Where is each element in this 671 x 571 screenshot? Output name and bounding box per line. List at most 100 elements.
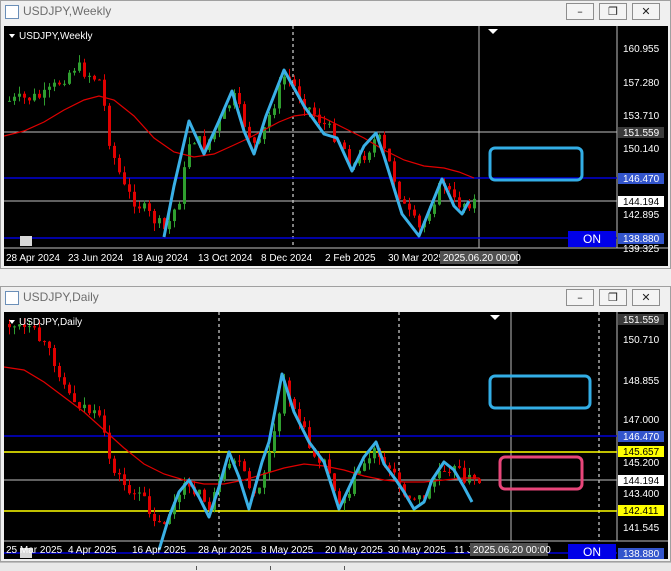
chart-window-icon [5,5,19,19]
window-titlebar[interactable]: USDJPY,Daily – ❐ ✕ [1,287,670,309]
candle-body [258,487,261,494]
candle-body [158,521,161,523]
price-scale[interactable]: 151.559 150.710 148.855 147.000 146.470 … [618,314,664,559]
candle-body [418,495,421,500]
price-label: 144.194 [623,476,660,487]
weekly-chart-window[interactable]: USDJPY,Weekly – ❐ ✕ USDJPY,Weekly 160.95… [0,0,671,269]
time-label: 13 Oct 2024 [198,253,253,264]
candle-body [113,145,116,158]
daily-chart-canvas[interactable]: USDJPY,Daily 151.559 150.710 148.855 147… [4,312,668,559]
price-label: 141.545 [623,523,660,534]
weekly-candlestick-chart[interactable]: USDJPY,Weekly 160.955 157.280 153.710 15… [4,26,668,266]
candle-body [268,114,271,128]
candle-body [228,463,231,469]
price-label: 143.400 [623,489,660,500]
candle-body [473,198,476,209]
candle-body [8,100,11,102]
candle-body [383,134,386,149]
minimize-button[interactable]: – [566,289,594,306]
candle-body [123,172,126,185]
candle-body [343,142,346,150]
time-label: 8 May 2025 [261,545,314,556]
candle-body [313,107,316,115]
candle-body [43,341,46,343]
zigzag-indicator-line [157,372,474,551]
highlight-box-blue[interactable] [488,374,592,410]
price-label: 144.194 [623,197,660,208]
time-label: 25 Mar 2025 [6,545,63,556]
symbol-label: USDJPY,Daily [19,317,82,328]
candle-body [373,139,376,153]
daily-candlestick-chart[interactable]: USDJPY,Daily 151.559 150.710 148.855 147… [4,312,668,559]
weekly-chart-canvas[interactable]: USDJPY,Weekly 160.955 157.280 153.710 15… [4,26,668,266]
candle-body [323,122,326,125]
candle-body [138,492,141,494]
time-label: 23 Jun 2024 [68,253,123,264]
candle-body [53,82,56,87]
time-label: 28 Apr 2025 [198,545,252,556]
candle-body [243,461,246,472]
price-label: 142.895 [623,210,660,221]
time-label: 11 J [454,545,472,556]
candle-body [303,421,306,428]
candle-body [248,471,251,489]
daily-chart-window[interactable]: USDJPY,Daily – ❐ ✕ USDJPY,Daily 151.559 … [0,286,671,562]
candle-body [63,377,66,385]
restore-button[interactable]: ❐ [599,3,627,20]
candle-body [393,468,396,473]
close-button[interactable]: ✕ [632,3,660,20]
strip-tick [196,566,197,570]
candle-body [83,62,86,77]
candle-body [48,341,51,349]
candle-body [128,184,131,192]
candle-body [273,108,276,115]
time-label: 30 Mar 2025 [388,253,445,264]
time-label: 28 Apr 2024 [6,253,60,264]
candle-body [253,137,256,143]
candle-body [133,493,136,495]
crosshair-time-label: 2025.06.20 00:00 [443,253,521,264]
candle-body [43,89,46,98]
candle-body [113,458,116,473]
time-label: 16 Apr 2025 [132,545,186,556]
candle-body [463,467,466,483]
candle-body [138,206,141,209]
candle-body [133,191,136,207]
candle-body [243,104,246,127]
time-scale[interactable]: 25 Mar 2025 4 Apr 2025 16 Apr 2025 28 Ap… [6,543,551,556]
minimize-button[interactable]: – [566,3,594,20]
candle-body [23,93,26,98]
candle-body [278,413,281,432]
candle-body [418,215,421,228]
time-scale[interactable]: 28 Apr 2024 23 Jun 2024 18 Aug 2024 13 O… [6,251,521,264]
candle-body [458,466,461,468]
candle-body [73,393,76,403]
price-label: 138.880 [623,549,660,559]
restore-button[interactable]: ❐ [599,289,627,306]
candle-body [18,93,21,97]
candle-body [388,148,391,162]
highlight-box-blue[interactable] [488,146,584,182]
close-button[interactable]: ✕ [632,289,660,306]
candle-body [28,97,31,101]
highlight-box-pink[interactable] [498,455,584,491]
candle-body [273,431,276,453]
candle-body [98,79,101,81]
price-label: 146.470 [623,432,660,443]
window-titlebar[interactable]: USDJPY,Weekly – ❐ ✕ [1,1,670,23]
candle-body [108,105,111,146]
candle-body [88,75,91,77]
candle-body [178,203,181,210]
crosshair-time-label: 2025.06.20 00:00 [473,545,551,556]
candle-body [478,478,481,484]
zigzag-indicator-line [162,68,471,238]
price-label: 160.955 [623,44,660,55]
candle-body [453,189,456,198]
time-label: 20 May 2025 [325,545,383,556]
candle-body [123,474,126,486]
price-scale[interactable]: 160.955 157.280 153.710 151.559 150.140 … [618,44,664,255]
candle-body [13,326,16,328]
candle-body [173,209,176,222]
chart-shift-marker-icon [488,29,498,34]
symbol-label: USDJPY,Weekly [19,31,93,42]
